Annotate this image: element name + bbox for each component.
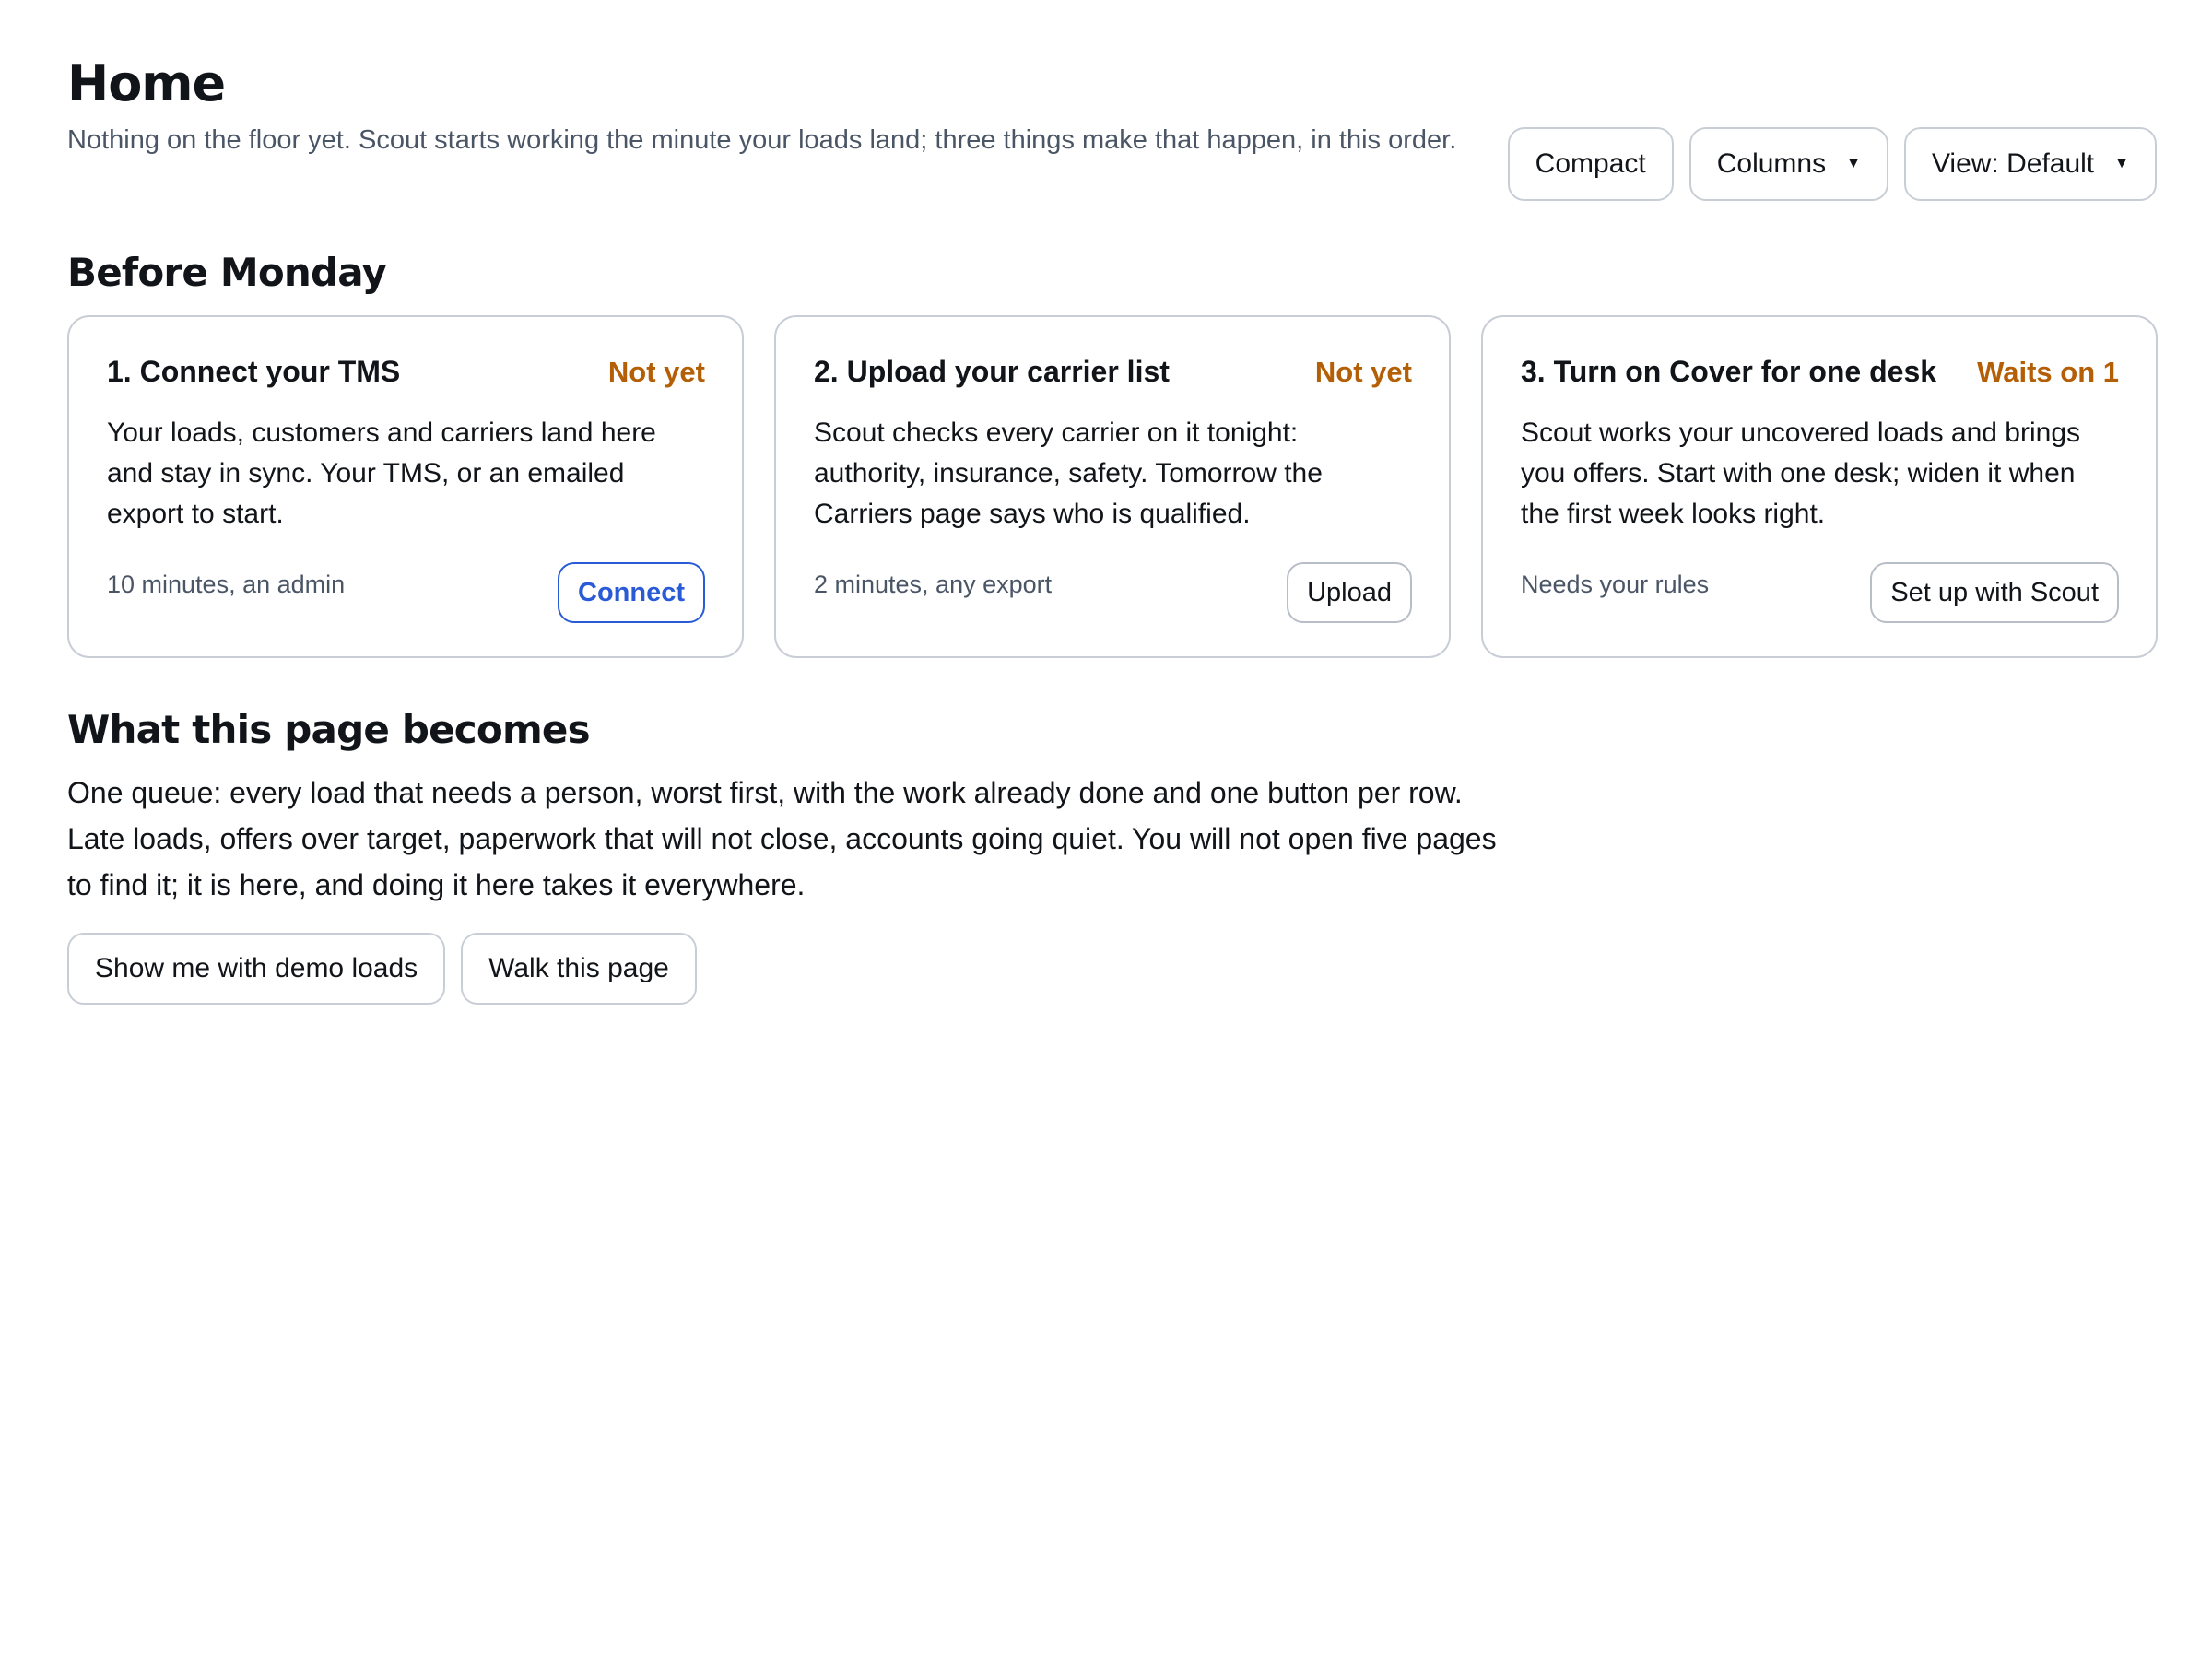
- setup-card-connect-tms: 1. Connect your TMS Not yet Your loads, …: [67, 315, 744, 658]
- columns-label: Columns: [1716, 148, 1827, 179]
- view-selector-button[interactable]: View: Default ▼: [1903, 127, 2157, 201]
- demo-loads-button[interactable]: Show me with demo loads: [67, 933, 446, 1005]
- setup-card-upload-carriers: 2. Upload your carrier list Not yet Scou…: [774, 315, 1451, 658]
- card-description: Your loads, customers and carriers land …: [107, 418, 656, 529]
- card-meta: Needs your rules: [1521, 571, 1710, 598]
- set-up-with-scout-button[interactable]: Set up with Scout: [1870, 562, 2119, 623]
- connect-button[interactable]: Connect: [558, 562, 705, 623]
- view-toolbar: Compact Columns ▼ View: Default ▼: [1507, 127, 2157, 201]
- card-meta: 2 minutes, any export: [814, 571, 1053, 598]
- status-badge: Not yet: [1314, 356, 1412, 388]
- card-meta: 10 minutes, an admin: [107, 571, 346, 598]
- upload-button[interactable]: Upload: [1287, 562, 1412, 623]
- columns-button[interactable]: Columns ▼: [1688, 127, 1888, 201]
- compact-button[interactable]: Compact: [1507, 127, 1674, 201]
- before-monday-heading: Before Monday: [67, 250, 387, 295]
- future-actions: Show me with demo loads Walk this page: [67, 933, 697, 1005]
- setup-cards: 1. Connect your TMS Not yet Your loads, …: [67, 315, 2158, 658]
- status-badge: Waits on 1: [1977, 356, 2119, 388]
- status-badge: Not yet: [607, 356, 705, 388]
- card-description: Scout works your uncovered loads and bri…: [1521, 418, 2081, 529]
- future-heading: What this page becomes: [67, 707, 591, 752]
- walk-page-button[interactable]: Walk this page: [461, 933, 697, 1005]
- view-selector-label: View: Default: [1931, 148, 2095, 179]
- card-title: 2. Upload your carrier list: [814, 355, 1170, 388]
- setup-card-turn-on-cover: 3. Turn on Cover for one desk Waits on 1…: [1481, 315, 2158, 658]
- compact-label: Compact: [1535, 148, 1646, 179]
- future-description: One queue: every load that needs a perso…: [67, 776, 1497, 901]
- page-subtitle: Nothing on the floor yet. Scout starts w…: [67, 125, 1457, 155]
- caret-down-icon: ▼: [2114, 156, 2129, 171]
- card-title: 3. Turn on Cover for one desk: [1521, 355, 1937, 388]
- page-title: Home: [67, 54, 226, 112]
- caret-down-icon: ▼: [1846, 156, 1861, 171]
- card-description: Scout checks every carrier on it tonight…: [814, 418, 1323, 529]
- card-title: 1. Connect your TMS: [107, 355, 401, 388]
- home-page: Home Nothing on the floor yet. Scout sta…: [0, 0, 2212, 1659]
